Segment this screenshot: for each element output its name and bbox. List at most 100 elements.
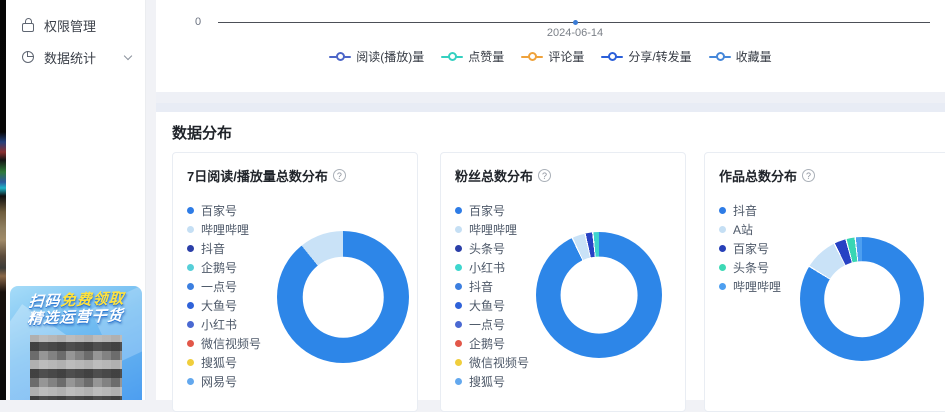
legend-item[interactable]: 百家号 — [719, 239, 781, 258]
trend-chart-card: 0 2024-06-14 阅读(播放)量点赞量评论量分享/转发量收藏量 — [156, 0, 945, 92]
fans-distribution-card: 粉丝总数分布 ? 百家号哔哩哔哩头条号小红书抖音大鱼号一点号企鹅号微信视频号搜狐… — [440, 152, 686, 412]
legend-dot-icon — [187, 302, 194, 309]
reads-distribution-card: 7日阅读/播放量总数分布 ? 百家号哔哩哔哩抖音企鹅号一点号大鱼号小红书微信视频… — [172, 152, 418, 412]
trend-legend-item[interactable]: 评论量 — [521, 48, 584, 65]
legend-dot-icon — [719, 283, 726, 290]
legend-item[interactable]: 微信视频号 — [187, 334, 261, 353]
legend-item[interactable]: 抖音 — [455, 277, 529, 296]
legend-label: 企鹅号 — [201, 259, 237, 276]
legend-label: 百家号 — [201, 202, 237, 219]
legend-item[interactable]: 小红书 — [187, 315, 261, 334]
trend-legend-item[interactable]: 阅读(播放)量 — [329, 48, 424, 65]
legend-item[interactable]: 一点号 — [187, 277, 261, 296]
legend-dot-icon — [455, 302, 462, 309]
dashboard: 权限管理 数据统计 扫码免费领取 精选运营干货 0 2024-06-14 阅读(… — [0, 0, 945, 400]
legend-label: 搜狐号 — [201, 354, 237, 371]
legend-label: 哔哩哔哩 — [469, 221, 517, 238]
trend-legend-item[interactable]: 点赞量 — [441, 48, 504, 65]
legend-dot-icon — [187, 340, 194, 347]
legend-dot-icon — [719, 264, 726, 271]
legend-label: 搜狐号 — [469, 373, 505, 390]
chevron-down-icon[interactable] — [124, 52, 132, 60]
legend-item[interactable]: 哔哩哔哩 — [455, 220, 529, 239]
donut-chart-fans[interactable] — [536, 232, 662, 358]
help-icon[interactable]: ? — [802, 169, 815, 182]
legend-label: 大鱼号 — [469, 297, 505, 314]
trend-legend-label: 阅读(播放)量 — [356, 48, 424, 65]
legend-item[interactable]: 微信视频号 — [455, 353, 529, 372]
legend-item[interactable]: 哔哩哔哩 — [719, 277, 781, 296]
legend-item[interactable]: 百家号 — [187, 201, 261, 220]
section-gap-band — [156, 103, 945, 112]
legend-item[interactable]: 百家号 — [455, 201, 529, 220]
legend-label: 哔哩哔哩 — [733, 278, 781, 295]
legend-label: 微信视频号 — [201, 335, 261, 352]
sidebar: 权限管理 数据统计 扫码免费领取 精选运营干货 — [6, 0, 146, 400]
legend-item[interactable]: 头条号 — [719, 258, 781, 277]
sidebar-item-data-statistics[interactable]: 数据统计 — [6, 42, 145, 72]
trend-legend-label: 分享/转发量 — [628, 48, 691, 65]
line-series-icon — [441, 52, 463, 62]
help-icon[interactable]: ? — [538, 169, 551, 182]
legend-dot-icon — [455, 378, 462, 385]
legend-dot-icon — [455, 321, 462, 328]
legend-item[interactable]: 一点号 — [455, 315, 529, 334]
legend-label: 抖音 — [733, 202, 757, 219]
legend-label: 百家号 — [469, 202, 505, 219]
trend-legend-label: 收藏量 — [736, 48, 772, 65]
legend-label: 抖音 — [201, 240, 225, 257]
legend-dot-icon — [455, 340, 462, 347]
legend-label: 头条号 — [469, 240, 505, 257]
promo-headline: 扫码免费领取 精选运营干货 — [10, 290, 142, 329]
donut-chart-reads[interactable] — [277, 231, 409, 363]
line-series-icon — [329, 52, 351, 62]
pie-chart-icon — [22, 51, 34, 63]
legend-item[interactable]: 搜狐号 — [187, 353, 261, 372]
data-point-dot[interactable] — [573, 20, 578, 25]
legend-dot-icon — [455, 283, 462, 290]
legend-item[interactable]: 搜狐号 — [455, 372, 529, 391]
help-icon[interactable]: ? — [333, 169, 346, 182]
card-title: 粉丝总数分布 ? — [455, 166, 551, 185]
legend-dot-icon — [187, 264, 194, 271]
legend-item[interactable]: 网易号 — [187, 372, 261, 391]
legend-label: 哔哩哔哩 — [201, 221, 249, 238]
legend-item[interactable]: 企鹅号 — [455, 334, 529, 353]
legend-dot-icon — [455, 245, 462, 252]
legend-dot-icon — [455, 226, 462, 233]
legend-dot-icon — [719, 245, 726, 252]
legend-item[interactable]: 企鹅号 — [187, 258, 261, 277]
trend-legend-item[interactable]: 分享/转发量 — [601, 48, 691, 65]
card-title: 作品总数分布 ? — [719, 166, 815, 185]
legend-label: 小红书 — [469, 259, 505, 276]
legend-dot-icon — [187, 245, 194, 252]
legend-item[interactable]: 大鱼号 — [455, 296, 529, 315]
promo-banner[interactable]: 扫码免费领取 精选运营干货 — [10, 286, 142, 400]
legend-label: 企鹅号 — [469, 335, 505, 352]
legend-dot-icon — [187, 378, 194, 385]
legend-dot-icon — [187, 321, 194, 328]
legend-item[interactable]: 小红书 — [455, 258, 529, 277]
legend-label: 一点号 — [201, 278, 237, 295]
trend-legend-item[interactable]: 收藏量 — [709, 48, 772, 65]
legend-item[interactable]: A站 — [719, 220, 781, 239]
x-axis-tick-label: 2024-06-14 — [525, 27, 625, 39]
legend-item[interactable]: 抖音 — [719, 201, 781, 220]
line-series-icon — [709, 52, 731, 62]
legend-dot-icon — [187, 359, 194, 366]
legend-label: 头条号 — [733, 259, 769, 276]
trend-legend-label: 评论量 — [548, 48, 584, 65]
trend-chart-legend: 阅读(播放)量点赞量 评论量 分享/转发量 收藏量 — [156, 48, 945, 65]
legend-item[interactable]: 大鱼号 — [187, 296, 261, 315]
section-gap — [156, 92, 945, 103]
legend-label: 微信视频号 — [469, 354, 529, 371]
donut-chart-works[interactable] — [800, 237, 924, 361]
sidebar-item-label: 数据统计 — [44, 48, 96, 67]
legend-item[interactable]: 哔哩哔哩 — [187, 220, 261, 239]
sidebar-item-permissions[interactable]: 权限管理 — [6, 10, 145, 40]
legend-dot-icon — [455, 207, 462, 214]
legend-item[interactable]: 抖音 — [187, 239, 261, 258]
legend-dot-icon — [187, 226, 194, 233]
pie-legend: 抖音A站百家号头条号哔哩哔哩 — [719, 201, 781, 296]
legend-item[interactable]: 头条号 — [455, 239, 529, 258]
